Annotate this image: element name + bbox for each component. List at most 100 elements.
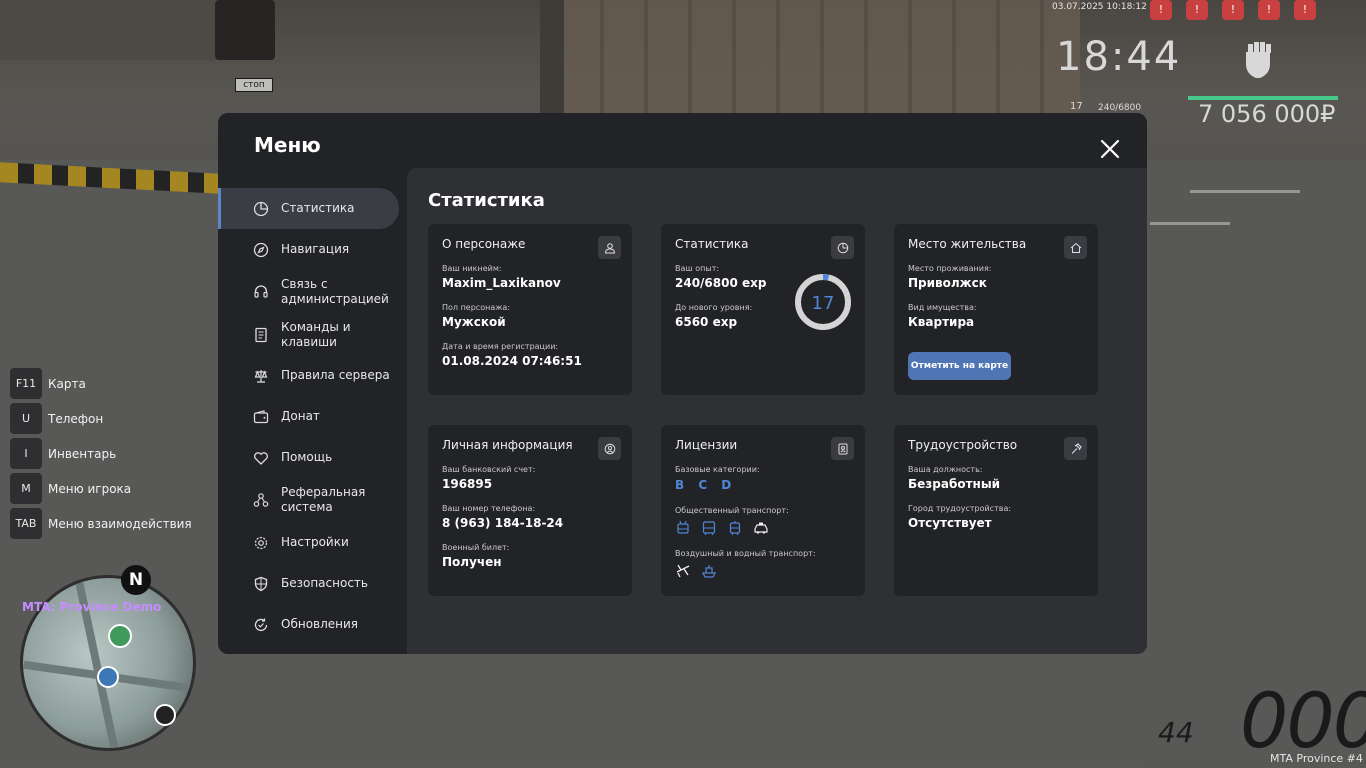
field-label: Место проживания: [908, 264, 992, 273]
keybind-label: Меню игрока [48, 481, 132, 496]
content-panel: Статистика О персонаже Ваш никнейм: Maxi… [407, 168, 1147, 654]
keybind-label: Карта [48, 376, 86, 391]
close-icon[interactable] [1098, 137, 1122, 161]
airplane-icon [676, 564, 690, 578]
card-character: О персонаже Ваш никнейм: Maxim_Laxikanov… [428, 224, 632, 395]
alert-badge: ! [1294, 0, 1316, 20]
field-label: До нового уровня: [675, 303, 753, 312]
server-id: MTA Province #4 [1270, 752, 1363, 765]
card-icon-button [1064, 437, 1087, 460]
field-value: 6560 exp [675, 315, 738, 329]
fist-icon [1246, 42, 1271, 78]
card-title: Трудоустройство [908, 438, 1018, 452]
field-value: 8 (963) 184-18-24 [442, 516, 564, 530]
sidebar-item-statistics[interactable]: Статистика [218, 188, 399, 229]
chart-pie-icon [253, 201, 269, 216]
field-label: Общественный транспорт: [675, 506, 789, 515]
scales-icon [254, 369, 268, 383]
bus-icon [702, 521, 716, 535]
boat-icon [702, 565, 716, 578]
home-marker-icon [108, 624, 132, 648]
keybind-label: Инвентарь [48, 446, 117, 461]
gear-icon [254, 536, 268, 549]
alert-badge: ! [1150, 0, 1172, 20]
sidebar-item-label: Связь с администрацией [281, 277, 389, 306]
sidebar-item-rules[interactable]: Правила сервера [218, 355, 407, 396]
field-value: 01.08.2024 07:46:51 [442, 354, 582, 368]
sidebar-item-commands[interactable]: Команды и клавиши [218, 314, 407, 355]
card-icon-button [598, 236, 621, 259]
field-value: Безработный [908, 477, 1001, 491]
card-title: Лицензии [675, 438, 738, 452]
level-progress-ring: 17 [795, 274, 851, 330]
keybind-phone: U Телефон [10, 403, 192, 434]
field-position: Ваша должность: Безработный [908, 465, 1000, 491]
keybind-player-menu: M Меню игрока [10, 473, 192, 504]
field-residence: Место проживания: Приволжск [908, 264, 991, 290]
card-statistics: Статистика Ваш опыт: 240/6800 exp До нов… [661, 224, 865, 395]
sidebar-item-help[interactable]: Помощь [218, 437, 407, 478]
field-value: Мужской [442, 315, 506, 329]
refresh-icon [254, 618, 268, 631]
sidebar-item-label: Настройки [281, 535, 349, 549]
sidebar-item-label: Навигация [281, 242, 350, 256]
card-residence: Место жительства Место проживания: Приво… [894, 224, 1098, 395]
field-label: Дата и время регистрации: [442, 342, 559, 351]
fuel-readout: 44 [1158, 716, 1194, 749]
field-label: Ваш номер телефона: [442, 504, 536, 513]
alert-badge: ! [1222, 0, 1244, 20]
hud-datetime: 03.07.2025 10:18:12 [1052, 2, 1147, 12]
key-label: M [10, 473, 42, 504]
field-label: Ваш никнейм: [442, 264, 502, 273]
sidebar-item-label: Статистика [281, 201, 355, 215]
sidebar-item-security[interactable]: Безопасность [218, 563, 407, 604]
alert-badge: ! [1186, 0, 1208, 20]
sidebar-item-updates[interactable]: Обновления [218, 604, 407, 645]
sidebar-item-navigation[interactable]: Навигация [218, 229, 407, 270]
field-label: Вид имущества: [908, 303, 977, 312]
card-icon-button [1064, 236, 1087, 259]
card-icon-button [598, 437, 621, 460]
license-categories: B C D [675, 478, 737, 492]
sidebar-item-referral[interactable]: Реферальная система [218, 478, 407, 522]
field-value: 196895 [442, 477, 493, 491]
network-icon [253, 493, 269, 507]
heart-icon [254, 451, 268, 465]
card-title: Место жительства [908, 237, 1027, 251]
field-value: Квартира [908, 315, 975, 329]
document-icon [255, 327, 267, 342]
menu-modal: Меню Статистика Навигация Связь с админи… [218, 113, 1147, 654]
sidebar-item-donate[interactable]: Донат [218, 396, 407, 437]
card-title: О персонаже [442, 237, 526, 251]
card-title: Статистика [675, 237, 749, 251]
card-employment: Трудоустройство Ваша должность: Безработ… [894, 425, 1098, 596]
gas-station-icon [154, 704, 176, 726]
field-label: Город трудоустройства: [908, 504, 1012, 513]
north-indicator: N [121, 565, 151, 595]
sidebar-item-label: Правила сервера [281, 368, 390, 382]
field-public-transport: Общественный транспорт: [675, 506, 789, 536]
sidebar-item-admin-contact[interactable]: Связь с администрацией [218, 270, 407, 314]
keybind-inventory: I Инвентарь [10, 438, 192, 469]
sidebar-item-settings[interactable]: Настройки [218, 522, 407, 563]
card-icon-button [831, 437, 854, 460]
field-nickname: Ваш никнейм: Maxim_Laxikanov [442, 264, 561, 290]
user-icon [604, 242, 615, 253]
field-employment-city: Город трудоустройства: Отсутствует [908, 504, 1011, 530]
house-icon [1070, 242, 1081, 253]
field-value: Отсутствует [908, 516, 992, 530]
field-label: Ваша должность: [908, 465, 983, 474]
level-number: 17 [812, 293, 835, 314]
field-property-type: Вид имущества: Квартира [908, 303, 977, 329]
chart-pie-icon [837, 242, 848, 253]
field-value: Приволжск [908, 276, 987, 290]
field-bank-account: Ваш банковский счет: 196895 [442, 465, 535, 491]
field-label: Ваш опыт: [675, 264, 720, 273]
hud-badges: ! ! ! ! ! [1150, 0, 1316, 20]
menu-title: Меню [254, 133, 321, 157]
field-registration-date: Дата и время регистрации: 01.08.2024 07:… [442, 342, 582, 368]
field-exp: Ваш опыт: 240/6800 exp [675, 264, 766, 290]
mark-on-map-button[interactable]: Отметить на карте [908, 352, 1011, 380]
keybind-label: Телефон [48, 411, 104, 426]
trolleybus-icon [677, 520, 689, 534]
